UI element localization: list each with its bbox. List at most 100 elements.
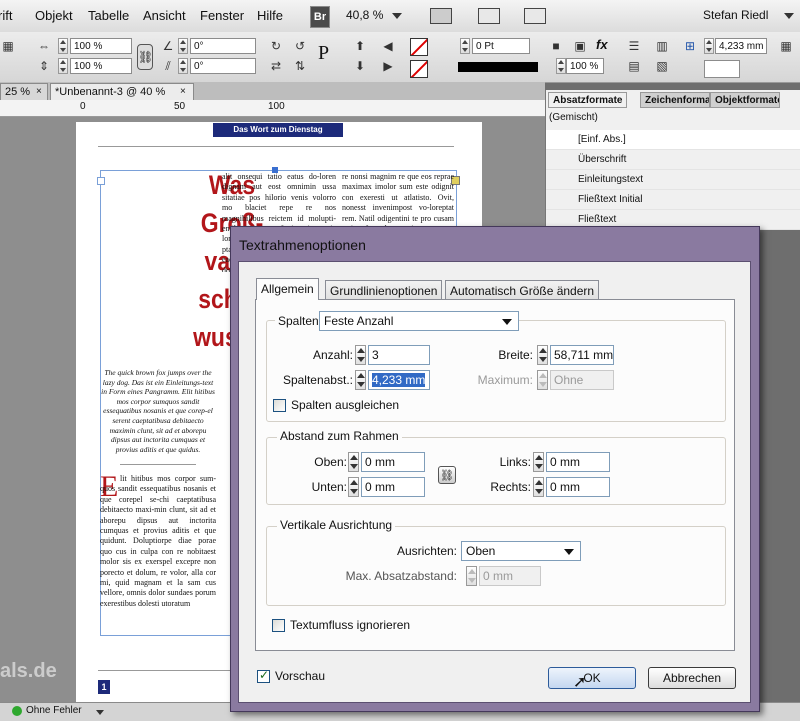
- tab-grundlinienoptionen[interactable]: Grundlinienoptionen: [325, 280, 443, 300]
- scale-x-field[interactable]: 100 %: [70, 38, 132, 54]
- width-field[interactable]: 58,711 mm: [550, 345, 614, 365]
- count-field[interactable]: 3: [368, 345, 430, 365]
- screen-mode-icon[interactable]: [430, 8, 452, 24]
- gutter-field[interactable]: 4,233 mm: [715, 38, 767, 54]
- align-label: Ausrichten:: [396, 544, 457, 558]
- effects-icon[interactable]: ▣: [572, 38, 588, 54]
- inset-group: Abstand zum Rahmen Oben: 0 mm Unten: 0 m…: [266, 429, 726, 505]
- inset-right-field[interactable]: 0 mm: [546, 477, 610, 497]
- style-item[interactable]: Einleitungstext: [546, 170, 800, 190]
- balance-columns-checkbox[interactable]: [273, 399, 286, 412]
- tab-objektformate[interactable]: Objektformate: [710, 92, 780, 108]
- flip-horizontal-icon[interactable]: ⇄: [268, 58, 284, 74]
- tab-allgemein[interactable]: Allgemein: [256, 278, 319, 300]
- paragraph-styles-panel: Absatzformate Zeichenforma Objektformate…: [545, 90, 800, 230]
- zoom-dropdown-icon[interactable]: [392, 13, 402, 19]
- select-previous-icon[interactable]: ◀: [380, 38, 396, 54]
- stroke-type-swatch[interactable]: [458, 62, 538, 72]
- style-item[interactable]: Überschrift: [546, 150, 800, 170]
- fill-none-icon[interactable]: [410, 38, 428, 56]
- gutter-spinner[interactable]: [355, 370, 366, 390]
- inset-top-field[interactable]: 0 mm: [361, 452, 425, 472]
- tab-zeichenformate[interactable]: Zeichenforma: [640, 92, 710, 108]
- style-item[interactable]: Fließtext Initial: [546, 190, 800, 210]
- align-select[interactable]: Oben: [461, 541, 581, 561]
- tab-document-2[interactable]: *Unbenannt-3 @ 40 %: [50, 83, 194, 100]
- inset-right-spinner[interactable]: [533, 477, 544, 497]
- text-frame-options-icon[interactable]: ☰: [626, 38, 642, 54]
- select-next-icon[interactable]: ▶: [380, 58, 396, 74]
- zoom-level[interactable]: 40,8 %: [346, 8, 383, 22]
- link-icon[interactable]: ⛓: [438, 466, 456, 484]
- user-dropdown-icon[interactable]: [784, 13, 794, 19]
- select-content-icon[interactable]: ⬇: [352, 58, 368, 74]
- ignore-text-wrap-checkbox[interactable]: [272, 619, 285, 632]
- bridge-button[interactable]: Br: [310, 6, 330, 28]
- menu-tabelle[interactable]: Tabelle: [88, 8, 129, 23]
- maximum-spinner: [537, 370, 548, 390]
- ruler-label-0: 0: [80, 101, 86, 112]
- stroke-weight-field[interactable]: 0 Pt: [472, 38, 530, 54]
- close-tab-1-icon[interactable]: ×: [36, 86, 42, 97]
- ruler-label-100: 100: [268, 101, 285, 112]
- preview-checkbox[interactable]: ✓: [257, 668, 270, 683]
- inset-top-spinner[interactable]: [348, 452, 359, 472]
- inset-group-title: Abstand zum Rahmen: [277, 429, 402, 443]
- inset-bottom-spinner[interactable]: [348, 477, 359, 497]
- drop-shadow-icon[interactable]: ■: [548, 38, 564, 54]
- scale-y-spinner[interactable]: [58, 58, 68, 74]
- opacity-spinner[interactable]: [556, 58, 566, 74]
- control-panel: ▦ ⇔ 100 % ⇕ 100 % ⛓ ∠ 0° ⫽ 0° ↻ ↺ ⇄ ⇅ P …: [0, 32, 800, 83]
- width-spinner[interactable]: [537, 345, 548, 365]
- view-options-icon[interactable]: [478, 8, 500, 24]
- menu-fenster[interactable]: Fenster: [200, 8, 244, 23]
- tab-document-2-label: *Unbenannt-3 @ 40 %: [55, 86, 166, 98]
- scale-x-spinner[interactable]: [58, 38, 68, 54]
- shear-field[interactable]: 0°: [190, 58, 256, 74]
- opacity-field[interactable]: 100 %: [566, 58, 604, 74]
- rotate-ccw-icon[interactable]: ↺: [292, 38, 308, 54]
- stroke-none-icon[interactable]: [410, 60, 428, 78]
- flip-vertical-icon[interactable]: ⇅: [292, 58, 308, 74]
- rotate-cw-icon[interactable]: ↻: [268, 38, 284, 54]
- scale-y-field[interactable]: 100 %: [70, 58, 132, 74]
- tab-absatzformate[interactable]: Absatzformate: [548, 92, 628, 108]
- preflight-dropdown-icon[interactable]: [96, 710, 104, 715]
- corner-options-swatch[interactable]: [704, 60, 740, 78]
- more-controls-icon[interactable]: ▦: [778, 38, 794, 54]
- balance-columns-label: Spalten ausgleichen: [291, 398, 400, 412]
- gutter-field[interactable]: 4,233 mm: [368, 370, 430, 390]
- columns-mode-select[interactable]: Feste Anzahl: [319, 311, 519, 331]
- cancel-button[interactable]: Abbrechen: [648, 667, 736, 689]
- stroke-weight-spinner[interactable]: [460, 38, 470, 54]
- tab-automatisch-groesse[interactable]: Automatisch Größe ändern: [445, 280, 600, 300]
- rotate-field[interactable]: 0°: [190, 38, 256, 54]
- fx-icon[interactable]: fx: [596, 37, 608, 52]
- inset-bottom-field[interactable]: 0 mm: [361, 477, 425, 497]
- menu-objekt[interactable]: Objekt: [35, 8, 73, 23]
- menu-ansicht[interactable]: Ansicht: [143, 8, 186, 23]
- autofit-icon[interactable]: ▤: [626, 58, 642, 74]
- gutter-spinner[interactable]: [704, 38, 714, 54]
- shear-spinner[interactable]: [178, 58, 188, 74]
- close-tab-2-icon[interactable]: ×: [180, 86, 186, 97]
- frame-handle-tl[interactable]: [97, 177, 105, 185]
- menu-schrift[interactable]: rift: [0, 8, 12, 23]
- count-spinner[interactable]: [355, 345, 366, 365]
- columns-icon[interactable]: ▥: [654, 38, 670, 54]
- menu-hilfe[interactable]: Hilfe: [257, 8, 283, 23]
- constrain-proportions-icon[interactable]: ⛓: [137, 44, 153, 70]
- fit-frame-icon[interactable]: ▧: [654, 58, 670, 74]
- reference-point-icon[interactable]: ▦: [0, 38, 16, 54]
- scale-y-icon: ⇕: [38, 59, 50, 73]
- inset-left-field[interactable]: 0 mm: [546, 452, 610, 472]
- rotate-spinner[interactable]: [178, 38, 188, 54]
- horizontal-ruler[interactable]: 0 50 100: [0, 100, 545, 117]
- ok-button[interactable]: OK: [548, 667, 636, 689]
- style-item[interactable]: [Einf. Abs.]: [546, 130, 800, 150]
- inset-left-spinner[interactable]: [533, 452, 544, 472]
- user-name[interactable]: Stefan Riedl: [703, 8, 768, 22]
- arrange-documents-icon[interactable]: [524, 8, 546, 24]
- preflight-status[interactable]: Ohne Fehler: [26, 705, 82, 716]
- select-container-icon[interactable]: ⬆: [352, 38, 368, 54]
